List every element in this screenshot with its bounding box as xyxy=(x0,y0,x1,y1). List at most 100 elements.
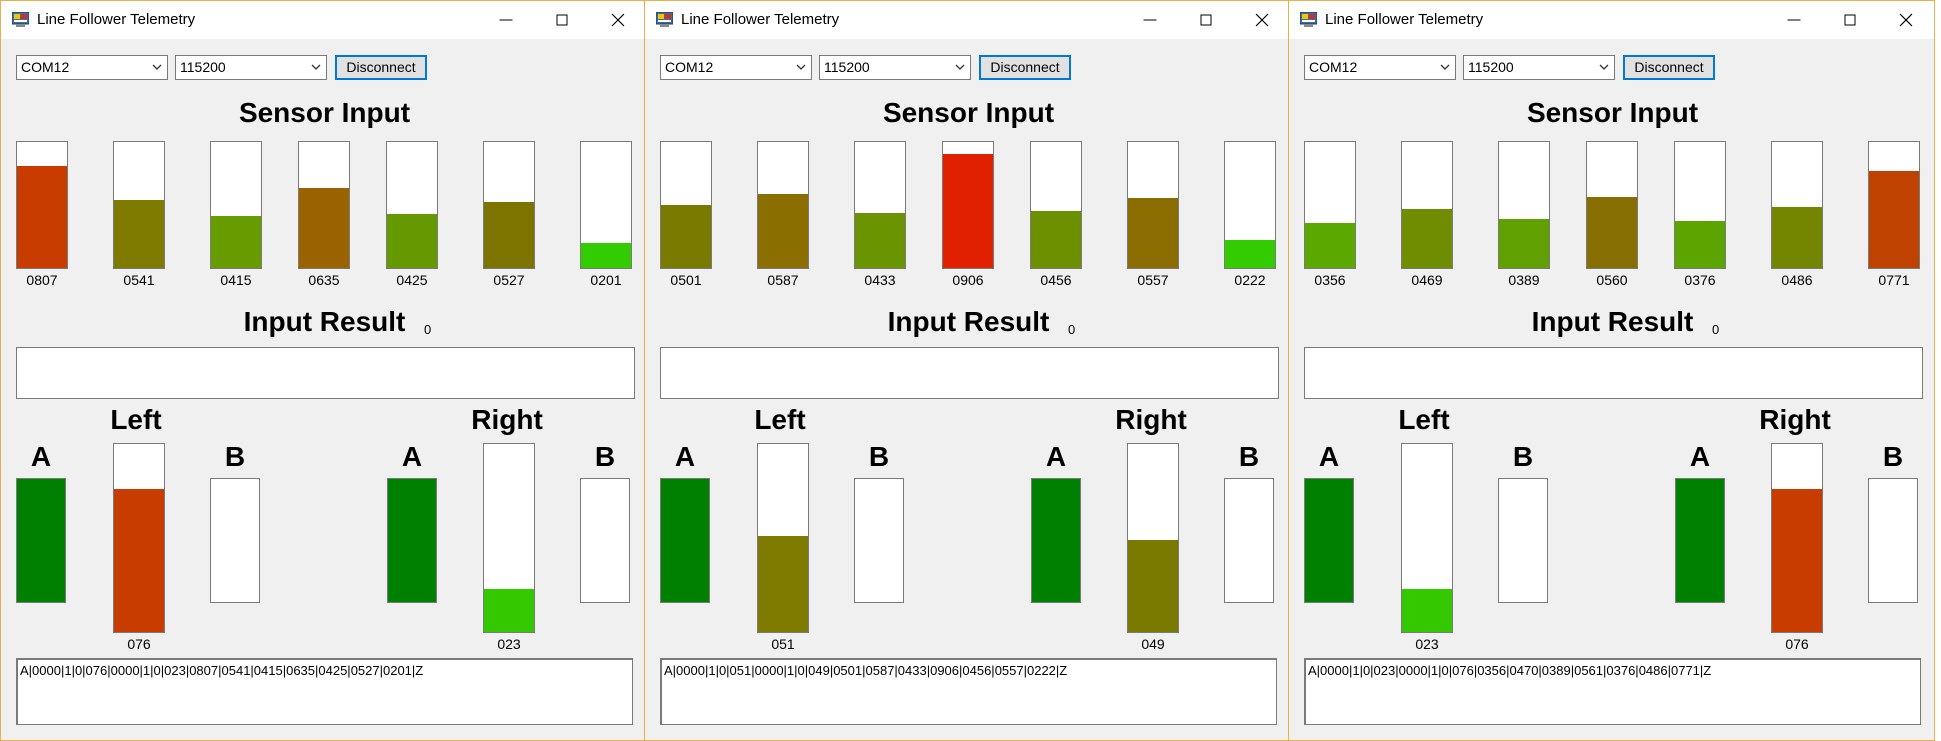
chevron-down-icon xyxy=(796,64,806,70)
left-b-label: B xyxy=(1512,441,1534,472)
input-result-box xyxy=(16,347,635,399)
close-icon xyxy=(1255,13,1269,27)
close-button[interactable] xyxy=(1878,1,1934,39)
maximize-button[interactable] xyxy=(1822,1,1878,39)
sensor-input-heading: Sensor Input xyxy=(1526,97,1699,128)
sensor-bar xyxy=(113,141,165,269)
input-result-heading: Input Result xyxy=(243,306,406,337)
window-title: Line Follower Telemetry xyxy=(37,11,196,28)
left-b-label: B xyxy=(224,441,246,472)
right-a-indicator xyxy=(387,478,437,603)
disconnect-button[interactable]: Disconnect xyxy=(1623,55,1715,80)
left-power-value: 051 xyxy=(771,636,795,652)
minimize-button[interactable] xyxy=(478,1,534,39)
sensor-bar xyxy=(854,141,906,269)
right-power-value: 049 xyxy=(1141,636,1165,652)
left-motor-title: Left xyxy=(110,404,162,435)
title-bar[interactable]: Line Follower Telemetry xyxy=(645,1,1290,39)
right-power-bar xyxy=(1127,443,1179,633)
sensor-level-fill xyxy=(855,213,905,268)
sensor-bar xyxy=(1586,141,1638,269)
right-a-label: A xyxy=(1689,441,1711,472)
minimize-button[interactable] xyxy=(1766,1,1822,39)
sensor-bar xyxy=(1498,141,1550,269)
sensor-bar xyxy=(942,141,994,269)
sensor-bar xyxy=(210,141,262,269)
sensor-value: 0587 xyxy=(767,272,799,288)
sensor-value: 0771 xyxy=(1878,272,1910,288)
window-title: Line Follower Telemetry xyxy=(681,11,840,28)
disconnect-button[interactable]: Disconnect xyxy=(335,55,427,80)
close-icon xyxy=(611,13,625,27)
port-value: COM12 xyxy=(665,59,714,75)
sensor-level-fill xyxy=(943,153,993,268)
baud-value: 115200 xyxy=(180,59,226,75)
left-motor-title: Left xyxy=(1398,404,1450,435)
right-b-indicator xyxy=(1224,478,1274,603)
right-power-fill xyxy=(484,588,534,632)
telemetry-log[interactable]: A|0000|1|0|051|0000|1|0|049|0501|0587|04… xyxy=(660,658,1277,725)
sensor-value: 0415 xyxy=(220,272,252,288)
left-power-fill xyxy=(114,489,164,632)
sensor-bar xyxy=(1127,141,1179,269)
baud-select[interactable]: 115200 xyxy=(1463,55,1615,80)
right-power-value: 023 xyxy=(497,636,521,652)
sensor-bar xyxy=(757,141,809,269)
minimize-icon xyxy=(499,19,513,21)
sensor-level-fill xyxy=(114,199,164,268)
window-title: Line Follower Telemetry xyxy=(1325,11,1484,28)
sensor-level-fill xyxy=(661,204,711,268)
maximize-icon xyxy=(1844,14,1856,26)
sensor-bar xyxy=(660,141,712,269)
sensor-value: 0469 xyxy=(1411,272,1443,288)
right-b-label: B xyxy=(594,441,616,472)
port-select[interactable]: COM12 xyxy=(16,55,168,80)
sensor-level-fill xyxy=(1869,170,1919,268)
left-a-indicator xyxy=(660,478,710,603)
close-button[interactable] xyxy=(1234,1,1290,39)
left-power-bar xyxy=(113,443,165,633)
minimize-button[interactable] xyxy=(1122,1,1178,39)
right-motor-title: Right xyxy=(1759,404,1831,435)
input-result-value: 0 xyxy=(1712,322,1720,337)
disconnect-button[interactable]: Disconnect xyxy=(979,55,1071,80)
right-motor-title: Right xyxy=(471,404,543,435)
sensor-bar xyxy=(1868,141,1920,269)
right-b-label: B xyxy=(1882,441,1904,472)
left-a-label: A xyxy=(1318,441,1340,472)
maximize-button[interactable] xyxy=(1178,1,1234,39)
sensor-value: 0486 xyxy=(1781,272,1813,288)
close-icon xyxy=(1899,13,1913,27)
title-bar[interactable]: Line Follower Telemetry xyxy=(1289,1,1934,39)
telemetry-log[interactable]: A|0000|1|0|076|0000|1|0|023|0807|0541|04… xyxy=(16,658,633,725)
left-power-fill xyxy=(1402,588,1452,632)
port-value: COM12 xyxy=(1309,59,1358,75)
right-power-fill xyxy=(1128,539,1178,632)
maximize-icon xyxy=(556,14,568,26)
port-select[interactable]: COM12 xyxy=(1304,55,1456,80)
port-select[interactable]: COM12 xyxy=(660,55,812,80)
right-a-indicator xyxy=(1031,478,1081,603)
right-a-indicator xyxy=(1675,478,1725,603)
sensor-bar xyxy=(16,141,68,269)
sensor-value: 0433 xyxy=(864,272,896,288)
sensor-value: 0222 xyxy=(1234,272,1266,288)
telemetry-log[interactable]: A|0000|1|0|023|0000|1|0|076|0356|0470|03… xyxy=(1304,658,1921,725)
right-a-label: A xyxy=(401,441,423,472)
sensor-bar xyxy=(298,141,350,269)
baud-select[interactable]: 115200 xyxy=(819,55,971,80)
close-button[interactable] xyxy=(590,1,646,39)
sensor-level-fill xyxy=(484,201,534,268)
title-bar[interactable]: Line Follower Telemetry xyxy=(1,1,646,39)
sensor-value: 0389 xyxy=(1508,272,1540,288)
sensor-level-fill xyxy=(1499,219,1549,268)
app-icon xyxy=(12,12,29,27)
maximize-button[interactable] xyxy=(534,1,590,39)
sensor-bar xyxy=(580,141,632,269)
sensor-level-fill xyxy=(1675,220,1725,268)
input-result-heading: Input Result xyxy=(1531,306,1694,337)
baud-select[interactable]: 115200 xyxy=(175,55,327,80)
sensor-level-fill xyxy=(1587,197,1637,268)
left-motor-title: Left xyxy=(754,404,806,435)
chevron-down-icon xyxy=(1440,64,1450,70)
